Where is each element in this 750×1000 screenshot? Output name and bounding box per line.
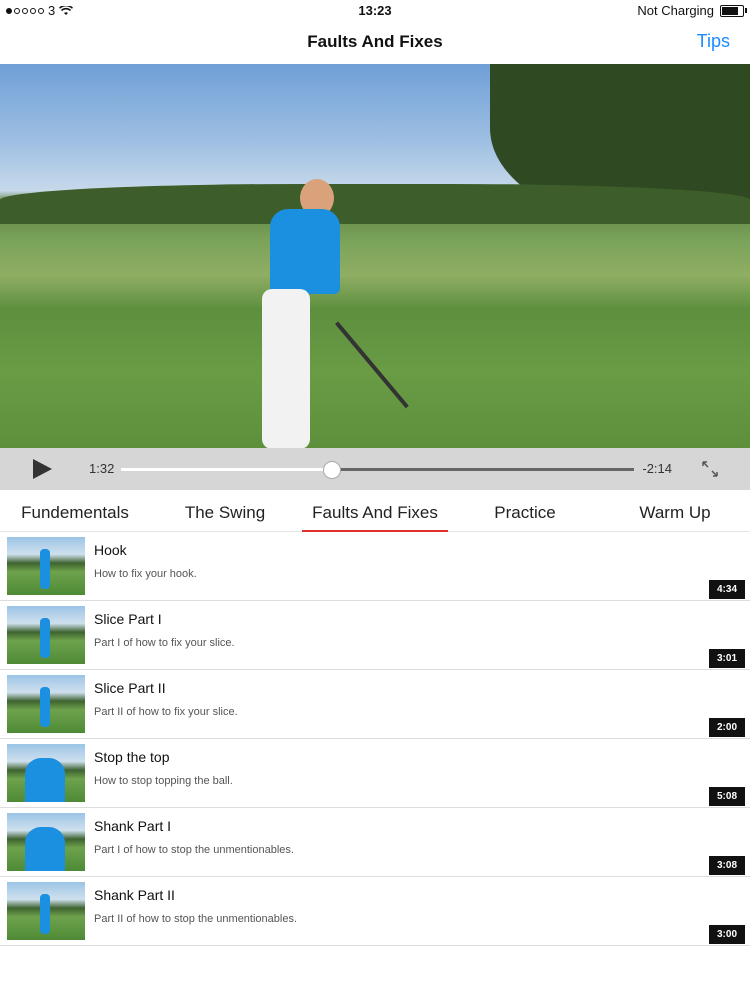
battery-status-text: Not Charging [637, 3, 714, 18]
tab-the-swing[interactable]: The Swing [150, 490, 300, 531]
video-thumbnail [7, 882, 85, 940]
remaining-time: -2:14 [642, 461, 672, 476]
tips-button[interactable]: Tips [697, 31, 730, 52]
video-list-item[interactable]: Shank Part II Part II of how to stop the… [0, 877, 750, 946]
video-golfer-figure [240, 179, 409, 448]
video-title: Slice Part II [94, 680, 166, 696]
scrubber-progress [121, 468, 332, 471]
video-description: Part I of how to stop the unmentionables… [94, 844, 294, 856]
video-thumbnail [7, 606, 85, 664]
video-thumbnail [7, 675, 85, 733]
video-list-item[interactable]: Shank Part I Part I of how to stop the u… [0, 808, 750, 877]
video-thumbnail [7, 537, 85, 595]
play-icon[interactable] [30, 457, 54, 481]
video-title: Hook [94, 542, 127, 558]
status-bar: 3 13:23 Not Charging [0, 0, 750, 22]
video-thumbnail [7, 813, 85, 871]
fullscreen-icon[interactable] [700, 459, 720, 479]
video-duration-badge: 5:08 [708, 787, 745, 806]
video-title: Shank Part I [94, 818, 172, 834]
tab-warm-up[interactable]: Warm Up [600, 490, 750, 531]
scrubber-thumb[interactable] [323, 461, 342, 479]
video-description: Part I of how to fix your slice. [94, 637, 235, 649]
video-player[interactable] [0, 64, 750, 448]
video-list-item[interactable]: Stop the top How to stop topping the bal… [0, 739, 750, 808]
page-title: Faults And Fixes [307, 32, 443, 51]
category-tabs: Fundementals The Swing Faults And Fixes … [0, 490, 750, 532]
video-description: Part II of how to fix your slice. [94, 706, 238, 718]
video-list-item[interactable]: Slice Part I Part I of how to fix your s… [0, 601, 750, 670]
video-background-treeline [0, 184, 750, 224]
video-list-item[interactable]: Slice Part II Part II of how to fix your… [0, 670, 750, 739]
scrubber-track[interactable] [121, 461, 634, 479]
tab-fundementals[interactable]: Fundementals [0, 490, 150, 531]
elapsed-time: 1:32 [89, 461, 115, 476]
video-title: Stop the top [94, 749, 170, 765]
video-duration-badge: 3:01 [708, 649, 745, 668]
battery-icon [720, 4, 747, 17]
video-duration-badge: 3:08 [708, 856, 745, 875]
video-title: Shank Part II [94, 887, 175, 903]
video-list: Hook How to fix your hook. 4:34 Slice Pa… [0, 532, 750, 946]
video-description: Part II of how to stop the unmentionable… [94, 913, 298, 925]
video-title: Slice Part I [94, 611, 162, 627]
tab-faults-and-fixes[interactable]: Faults And Fixes [300, 490, 450, 532]
video-description: How to fix your hook. [94, 568, 197, 580]
video-duration-badge: 2:00 [708, 718, 745, 737]
tab-practice[interactable]: Practice [450, 490, 600, 531]
player-controls: 1:32 -2:14 [0, 448, 750, 490]
nav-bar: Faults And Fixes Tips [0, 22, 750, 64]
video-description: How to stop topping the ball. [94, 775, 233, 787]
video-list-item[interactable]: Hook How to fix your hook. 4:34 [0, 532, 750, 601]
video-duration-badge: 3:00 [708, 925, 745, 944]
video-thumbnail [7, 744, 85, 802]
video-duration-badge: 4:34 [708, 580, 745, 599]
